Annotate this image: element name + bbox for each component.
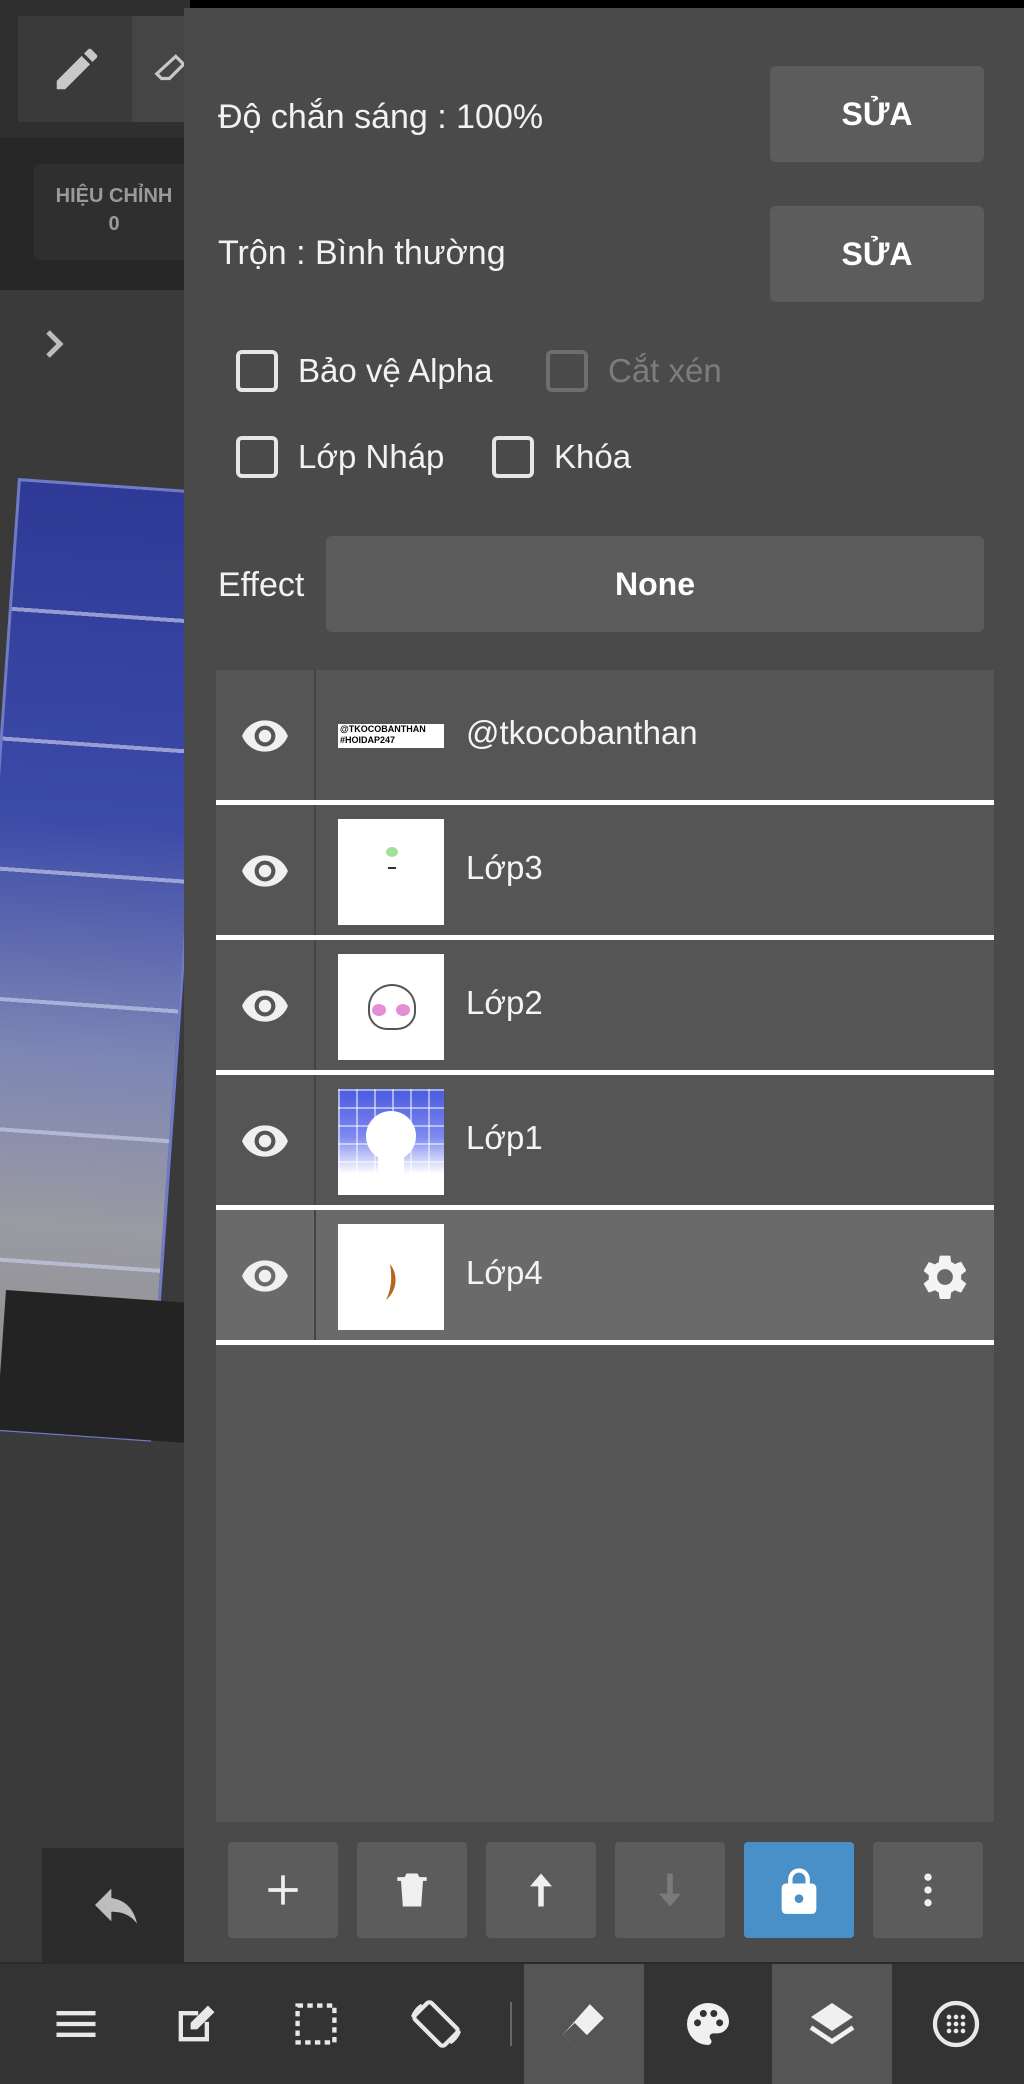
selection-button[interactable] (256, 1964, 376, 2084)
arrow-down-icon (659, 1873, 681, 1907)
layer-divider (314, 1075, 316, 1205)
palette-button[interactable] (648, 1964, 768, 2084)
menu-button[interactable] (16, 1964, 136, 2084)
blend-label: Trộn : Bình thường (218, 234, 506, 272)
layer-row[interactable]: Lớp1 (216, 1075, 994, 1210)
layer-thumbnail (338, 954, 444, 1060)
chevron-right-icon[interactable] (40, 324, 70, 373)
more-options-button[interactable] (873, 1842, 983, 1938)
edit-icon (178, 2005, 215, 2042)
clipping-label: Cắt xén (608, 352, 722, 389)
canvas-shadow (0, 1290, 196, 1443)
undo-icon (95, 1888, 137, 1924)
draft-layer-checkbox[interactable]: Lớp Nháp (236, 436, 444, 478)
adjust-title: HIỆU CHỈNH (55, 185, 173, 207)
pencil-icon (56, 48, 98, 90)
add-layer-button[interactable] (228, 1842, 338, 1938)
effect-label: Effect (218, 566, 305, 604)
lock-layer-button[interactable] (744, 1842, 854, 1938)
layer-separator (216, 1340, 994, 1345)
material-button[interactable] (896, 1964, 1016, 2084)
opacity-label: Độ chắn sáng : 100% (218, 98, 544, 136)
layer-divider (314, 805, 316, 935)
layer-name: Lớp2 (466, 984, 543, 1021)
layer-panel: Độ chắn sáng : 100% SỬA Trộn : Bình thườ… (184, 8, 1024, 1962)
layer-thumbnail (338, 1224, 444, 1330)
arrow-up-icon (530, 1873, 552, 1907)
left-toolbar-area (0, 0, 190, 138)
pencil-tool[interactable] (18, 16, 136, 122)
layer-name: Lớp1 (466, 1119, 543, 1156)
eye-icon[interactable] (240, 710, 290, 760)
layer-thumbnail (338, 1089, 444, 1195)
alpha-protect-label: Bảo vệ Alpha (298, 352, 493, 389)
checkbox-box[interactable] (236, 350, 278, 392)
layer-name: Lớp4 (466, 1254, 543, 1291)
effect-select-button[interactable]: None (326, 536, 984, 632)
opacity-edit-button[interactable]: SỬA (770, 66, 984, 162)
nav-divider (510, 2002, 512, 2046)
draft-layer-label: Lớp Nháp (298, 438, 445, 475)
eye-icon[interactable] (240, 980, 290, 1030)
lock-label: Khóa (554, 438, 632, 475)
thumb-text-line2: #HOIDAP247 (340, 735, 396, 745)
more-vertical-icon (924, 1873, 932, 1907)
adjust-value: 0 (108, 213, 120, 235)
checkbox-box[interactable] (492, 436, 534, 478)
clipping-checkbox: Cắt xén (546, 350, 722, 392)
rotate-icon (410, 2000, 462, 2048)
plus-icon (268, 1875, 298, 1905)
adjust-box[interactable]: HIỆU CHỈNH 0 (34, 164, 194, 260)
rotate-screen-button[interactable] (376, 1964, 496, 2084)
blend-edit-button[interactable]: SỬA (770, 206, 984, 302)
layer-row[interactable]: Lớp2 (216, 940, 994, 1075)
undo-button[interactable] (42, 1848, 190, 1962)
layer-row[interactable]: @TKOCOBANTHAN #HOIDAP247 @tkocobanthan (216, 670, 994, 805)
eye-icon[interactable] (240, 845, 290, 895)
layer-divider (314, 940, 316, 1070)
layer-divider (314, 1210, 316, 1340)
bottom-toolbar (0, 1962, 1024, 2084)
layer-thumbnail: @TKOCOBANTHAN #HOIDAP247 (338, 684, 444, 790)
globe-grid-icon (932, 2000, 980, 2048)
layer-name: @tkocobanthan (466, 714, 698, 751)
palette-icon (687, 2003, 729, 2045)
eraser-tool[interactable] (132, 16, 190, 122)
move-layer-up-button[interactable] (486, 1842, 596, 1938)
trash-icon (397, 1873, 427, 1907)
thumb-text-line1: @TKOCOBANTHAN (340, 724, 426, 734)
delete-layer-button[interactable] (357, 1842, 467, 1938)
gear-icon[interactable] (918, 1250, 972, 1304)
eye-icon[interactable] (240, 1250, 290, 1300)
lock-checkbox[interactable]: Khóa (492, 436, 631, 478)
eraser-nav-button[interactable] (524, 1964, 644, 2084)
checkbox-box[interactable] (236, 436, 278, 478)
eye-icon[interactable] (240, 1115, 290, 1165)
lock-icon (781, 1868, 817, 1914)
edit-button[interactable] (136, 1964, 256, 2084)
layer-name: Lớp3 (466, 849, 543, 886)
layers-button[interactable] (772, 1964, 892, 2084)
layers-icon (809, 2003, 855, 2045)
eraser-icon (563, 2004, 604, 2042)
alpha-protect-checkbox[interactable]: Bảo vệ Alpha (236, 350, 493, 392)
selection-icon (295, 2003, 337, 2045)
layer-row[interactable]: Lớp3 (216, 805, 994, 940)
menu-icon (56, 2011, 96, 2037)
layer-thumbnail (338, 819, 444, 925)
layer-row-selected[interactable]: Lớp4 (216, 1210, 994, 1345)
checkbox-box (546, 350, 588, 392)
layer-divider (314, 670, 316, 800)
move-layer-down-button[interactable] (615, 1842, 725, 1938)
layer-list: @TKOCOBANTHAN #HOIDAP247 @tkocobanthan L… (216, 670, 994, 1822)
